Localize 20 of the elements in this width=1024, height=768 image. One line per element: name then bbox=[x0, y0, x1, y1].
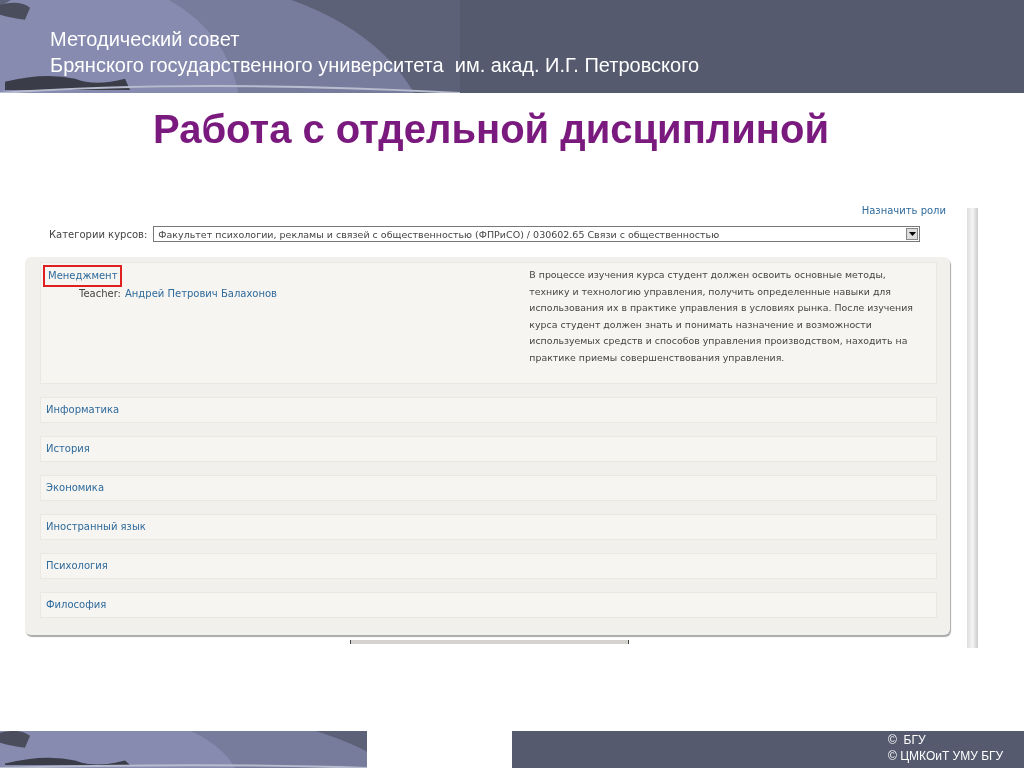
scrollbar[interactable] bbox=[350, 640, 629, 644]
header-text: Методический совет bbox=[50, 27, 240, 52]
course-link[interactable]: Иностранный язык bbox=[43, 518, 149, 536]
assign-roles-link[interactable]: Назначить роли bbox=[861, 205, 946, 216]
slide-title: Работа с отдельной дисциплиной bbox=[153, 107, 830, 152]
category-label: Категории курсов: bbox=[49, 228, 148, 240]
course-link[interactable]: Менеджмент bbox=[45, 267, 121, 285]
course-link[interactable]: История bbox=[43, 440, 93, 458]
course-link[interactable]: Философия bbox=[43, 596, 110, 614]
course-link[interactable]: Информатика bbox=[43, 401, 123, 419]
footer-text: © БГУ bbox=[888, 732, 926, 748]
scrollbar[interactable] bbox=[967, 208, 978, 648]
course-link[interactable]: Психология bbox=[43, 557, 111, 575]
category-select[interactable]: Факультет психологии, рекламы и связей с общественностью (ФПРиСО) / 030602.65 Связи с общественностью bbox=[153, 226, 921, 242]
header-text: Брянского государственного университета им. акад. И.Г. Петровского bbox=[50, 53, 700, 78]
footer-text: © ЦМКОиТ УМУ БГУ bbox=[888, 748, 1004, 764]
teacher-link[interactable]: Андрей Петрович Балахонов bbox=[125, 288, 277, 299]
course-link[interactable]: Экономика bbox=[43, 479, 107, 497]
teacher-label: Teacher: bbox=[79, 288, 121, 299]
course-description: В процессе изучения курса студент должен освоить основные методы, технику и технологию управления, получить определенные навыки для использования их в практике управления в условиях рынка. После изучения курса студент должен знать и понимать назначение и возможности используемых средств и способов управления производством, находить на практике приемы совершенствования управления. bbox=[529, 268, 914, 365]
